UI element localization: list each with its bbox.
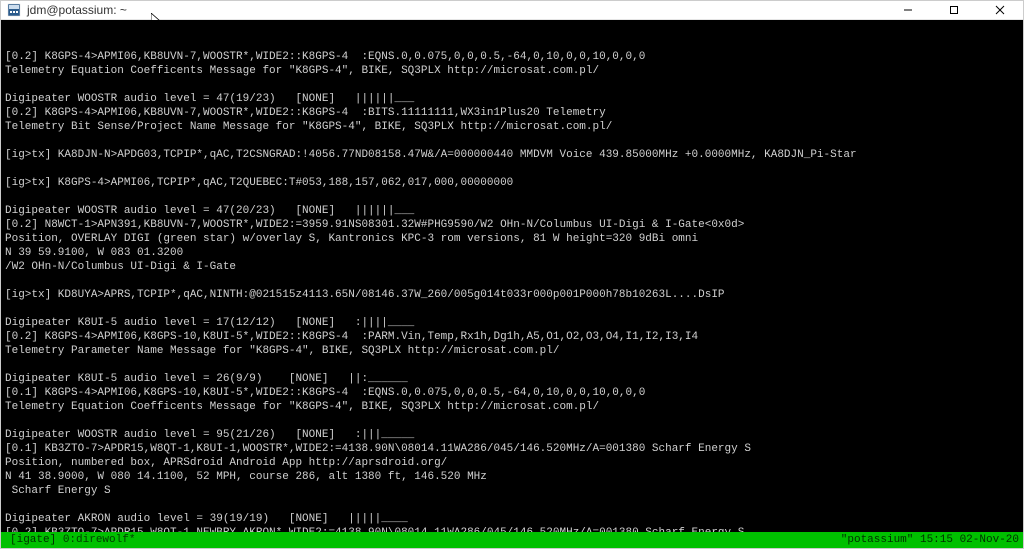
window-title: jdm@potassium: ~ [27, 3, 127, 17]
putty-icon [7, 3, 21, 17]
terminal-line [5, 78, 1019, 92]
terminal-output[interactable]: [0.2] K8GPS-4>APMI06,KB8UVN-7,WOOSTR*,WI… [1, 20, 1023, 548]
terminal-line [5, 414, 1019, 428]
window-controls [885, 1, 1023, 19]
terminal-line: [0.2] K8GPS-4>APMI06,K8GPS-10,K8UI-5*,WI… [5, 330, 1019, 344]
terminal-line [5, 274, 1019, 288]
terminal-line: Digipeater AKRON audio level = 39(19/19)… [5, 512, 1019, 526]
terminal-line: Scharf Energy S [5, 484, 1019, 498]
terminal-line [5, 498, 1019, 512]
maximize-button[interactable] [931, 1, 977, 19]
terminal-line: [ig>tx] KA8DJN-N>APDG03,TCPIP*,qAC,T2CSN… [5, 148, 1019, 162]
terminal-line: [0.1] KB3ZTO-7>APDR15,W8QT-1,K8UI-1,WOOS… [5, 442, 1019, 456]
terminal-line [5, 302, 1019, 316]
terminal-line: Digipeater K8UI-5 audio level = 26(9/9) … [5, 372, 1019, 386]
terminal-line [5, 358, 1019, 372]
terminal-line [5, 190, 1019, 204]
terminal-line: Digipeater K8UI-5 audio level = 17(12/12… [5, 316, 1019, 330]
minimize-button[interactable] [885, 1, 931, 19]
terminal-line: Telemetry Equation Coefficents Message f… [5, 64, 1019, 78]
terminal-line: [0.2] K8GPS-4>APMI06,KB8UVN-7,WOOSTR*,WI… [5, 106, 1019, 120]
terminal-line: Telemetry Bit Sense/Project Name Message… [5, 120, 1019, 134]
tmux-window-name: 0:direwolf* [63, 532, 136, 548]
terminal-line: [ig>tx] K8GPS-4>APMI06,TCPIP*,qAC,T2QUEB… [5, 176, 1019, 190]
tmux-status-bar: [igate] 0:direwolf* "potassium" 15:15 02… [1, 532, 1023, 548]
terminal-line [5, 162, 1019, 176]
terminal-line: Position, OVERLAY DIGI (green star) w/ov… [5, 232, 1019, 246]
close-button[interactable] [977, 1, 1023, 19]
terminal-line: [0.2] N8WCT-1>APN391,KB8UVN-7,WOOSTR*,WI… [5, 218, 1019, 232]
terminal-line: N 41 38.9000, W 080 14.1100, 52 MPH, cou… [5, 470, 1019, 484]
scroll-down-icon[interactable] [1014, 532, 1021, 548]
terminal-line: [0.2] K8GPS-4>APMI06,KB8UVN-7,WOOSTR*,WI… [5, 50, 1019, 64]
tmux-session-name: [igate] [10, 532, 56, 548]
terminal-line: [ig>tx] KD8UYA>APRS,TCPIP*,qAC,NINTH:@02… [5, 288, 1019, 302]
terminal-line: /W2 OHn-N/Columbus UI-Digi & I-Gate [5, 260, 1019, 274]
terminal-line: N 39 59.9100, W 083 01.3200 [5, 246, 1019, 260]
app-window: jdm@potassium: ~ [0.2] K8GPS-4>AP [0, 0, 1024, 549]
terminal-line: Telemetry Parameter Name Message for "K8… [5, 344, 1019, 358]
terminal-line: Telemetry Equation Coefficents Message f… [5, 400, 1019, 414]
terminal-line: [0.1] K8GPS-4>APMI06,K8GPS-10,K8UI-5*,WI… [5, 386, 1019, 400]
terminal-line: Digipeater WOOSTR audio level = 47(19/23… [5, 92, 1019, 106]
title-bar[interactable]: jdm@potassium: ~ [1, 1, 1023, 20]
cursor-block [3, 534, 9, 546]
tmux-status-right: "potassium" 15:15 02-Nov-20 [841, 532, 1021, 548]
terminal-line: Position, numbered box, APRSdroid Androi… [5, 456, 1019, 470]
terminal-line: Digipeater WOOSTR audio level = 47(20/23… [5, 204, 1019, 218]
terminal-line [5, 134, 1019, 148]
terminal-line: Digipeater WOOSTR audio level = 95(21/26… [5, 428, 1019, 442]
